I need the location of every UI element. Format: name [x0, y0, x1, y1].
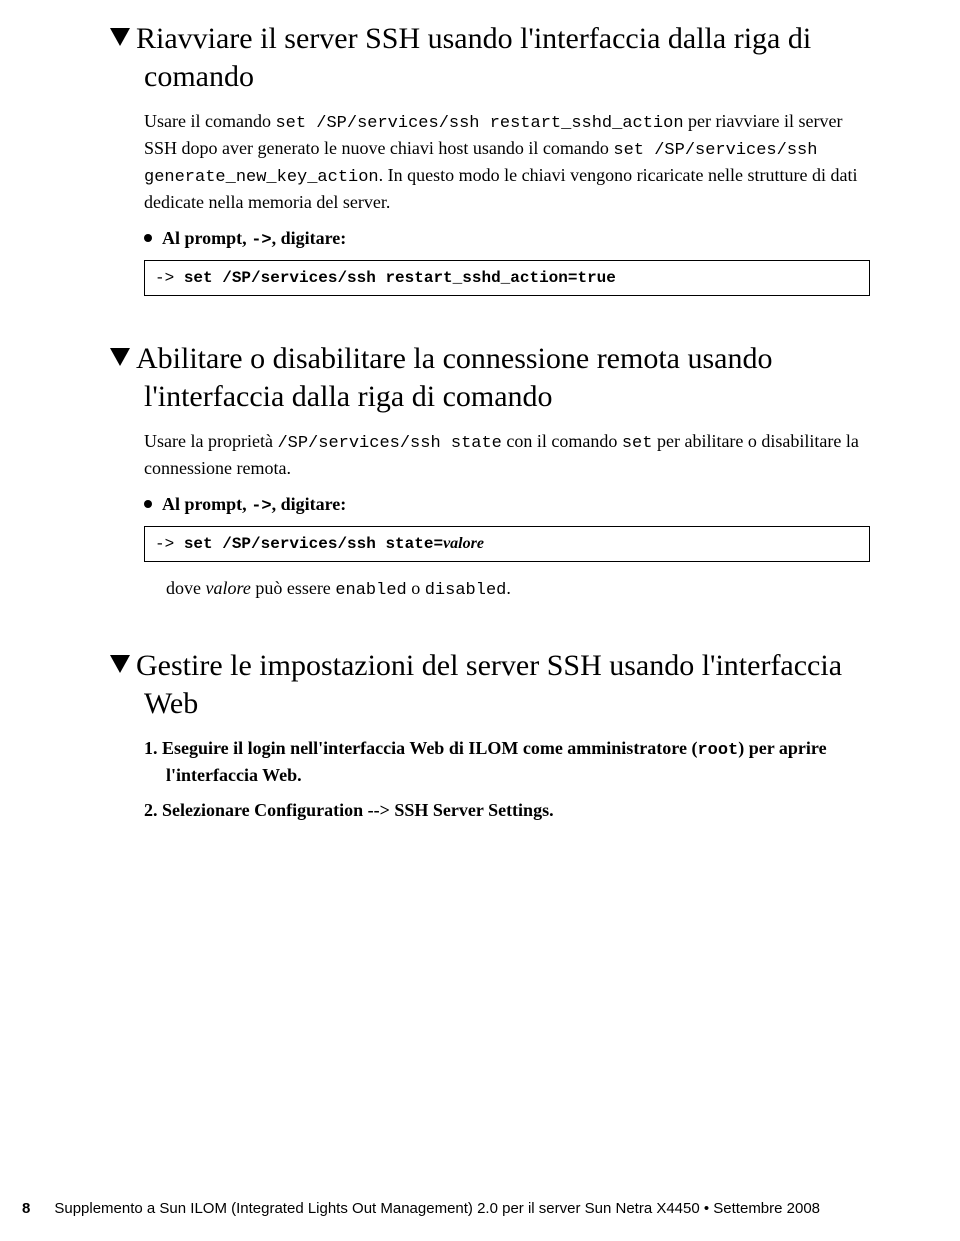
code-inline: disabled [425, 581, 507, 600]
heading-web-interface: Gestire le impostazioni del server SSH u… [110, 647, 870, 722]
code-command: set /SP/services/ssh state= [184, 535, 443, 553]
code-inline: /SP/services/ssh state [277, 434, 501, 453]
bullet-icon [144, 500, 152, 508]
footer-title: Supplemento a Sun ILOM (Integrated Light… [54, 1200, 870, 1217]
paragraph-enable-remote: Usare la proprietà /SP/services/ssh stat… [110, 429, 870, 480]
page-number: 8 [22, 1200, 30, 1217]
triangle-icon [110, 28, 130, 46]
code-inline: root [697, 741, 738, 760]
code-prefix: -> [155, 535, 184, 553]
code-inline: enabled [335, 581, 406, 600]
paragraph-valore: dove valore può essere enabled o disable… [166, 576, 870, 603]
var-name: valore [206, 578, 251, 598]
heading-text: Abilitare o disabilitare la connessione … [136, 342, 772, 413]
code-command: set /SP/services/ssh restart_sshd_action… [184, 269, 616, 287]
section-web-interface: Gestire le impostazioni del server SSH u… [110, 647, 870, 822]
code-inline: set [622, 434, 653, 453]
page-footer: 8 Supplemento a Sun ILOM (Integrated Lig… [0, 1200, 960, 1217]
code-box-state: -> set /SP/services/ssh state=valore [144, 526, 870, 562]
heading-restart-ssh: Riavviare il server SSH usando l'interfa… [110, 20, 870, 95]
triangle-icon [110, 348, 130, 366]
bullet-icon [144, 234, 152, 242]
bullet-prompt: Al prompt, ->, digitare: [144, 494, 870, 516]
section-restart-ssh: Riavviare il server SSH usando l'interfa… [110, 20, 870, 296]
step-number: 2. [144, 800, 162, 820]
step-number: 1. [144, 738, 162, 758]
heading-enable-remote: Abilitare o disabilitare la connessione … [110, 340, 870, 415]
step-1: 1. Eseguire il login nell'interfaccia We… [144, 736, 870, 787]
code-inline: set /SP/services/ssh restart_sshd_action [275, 114, 683, 133]
triangle-icon [110, 655, 130, 673]
bullet-prompt: Al prompt, ->, digitare: [144, 228, 870, 250]
code-variable: valore [443, 535, 484, 552]
code-box-restart: -> set /SP/services/ssh restart_sshd_act… [144, 260, 870, 296]
paragraph-restart-ssh: Usare il comando set /SP/services/ssh re… [110, 109, 870, 214]
heading-text: Riavviare il server SSH usando l'interfa… [136, 22, 811, 93]
code-prefix: -> [155, 269, 184, 287]
heading-text: Gestire le impostazioni del server SSH u… [136, 649, 842, 720]
step-2: 2. Selezionare Configuration --> SSH Ser… [144, 798, 870, 822]
section-enable-remote: Abilitare o disabilitare la connessione … [110, 340, 870, 603]
